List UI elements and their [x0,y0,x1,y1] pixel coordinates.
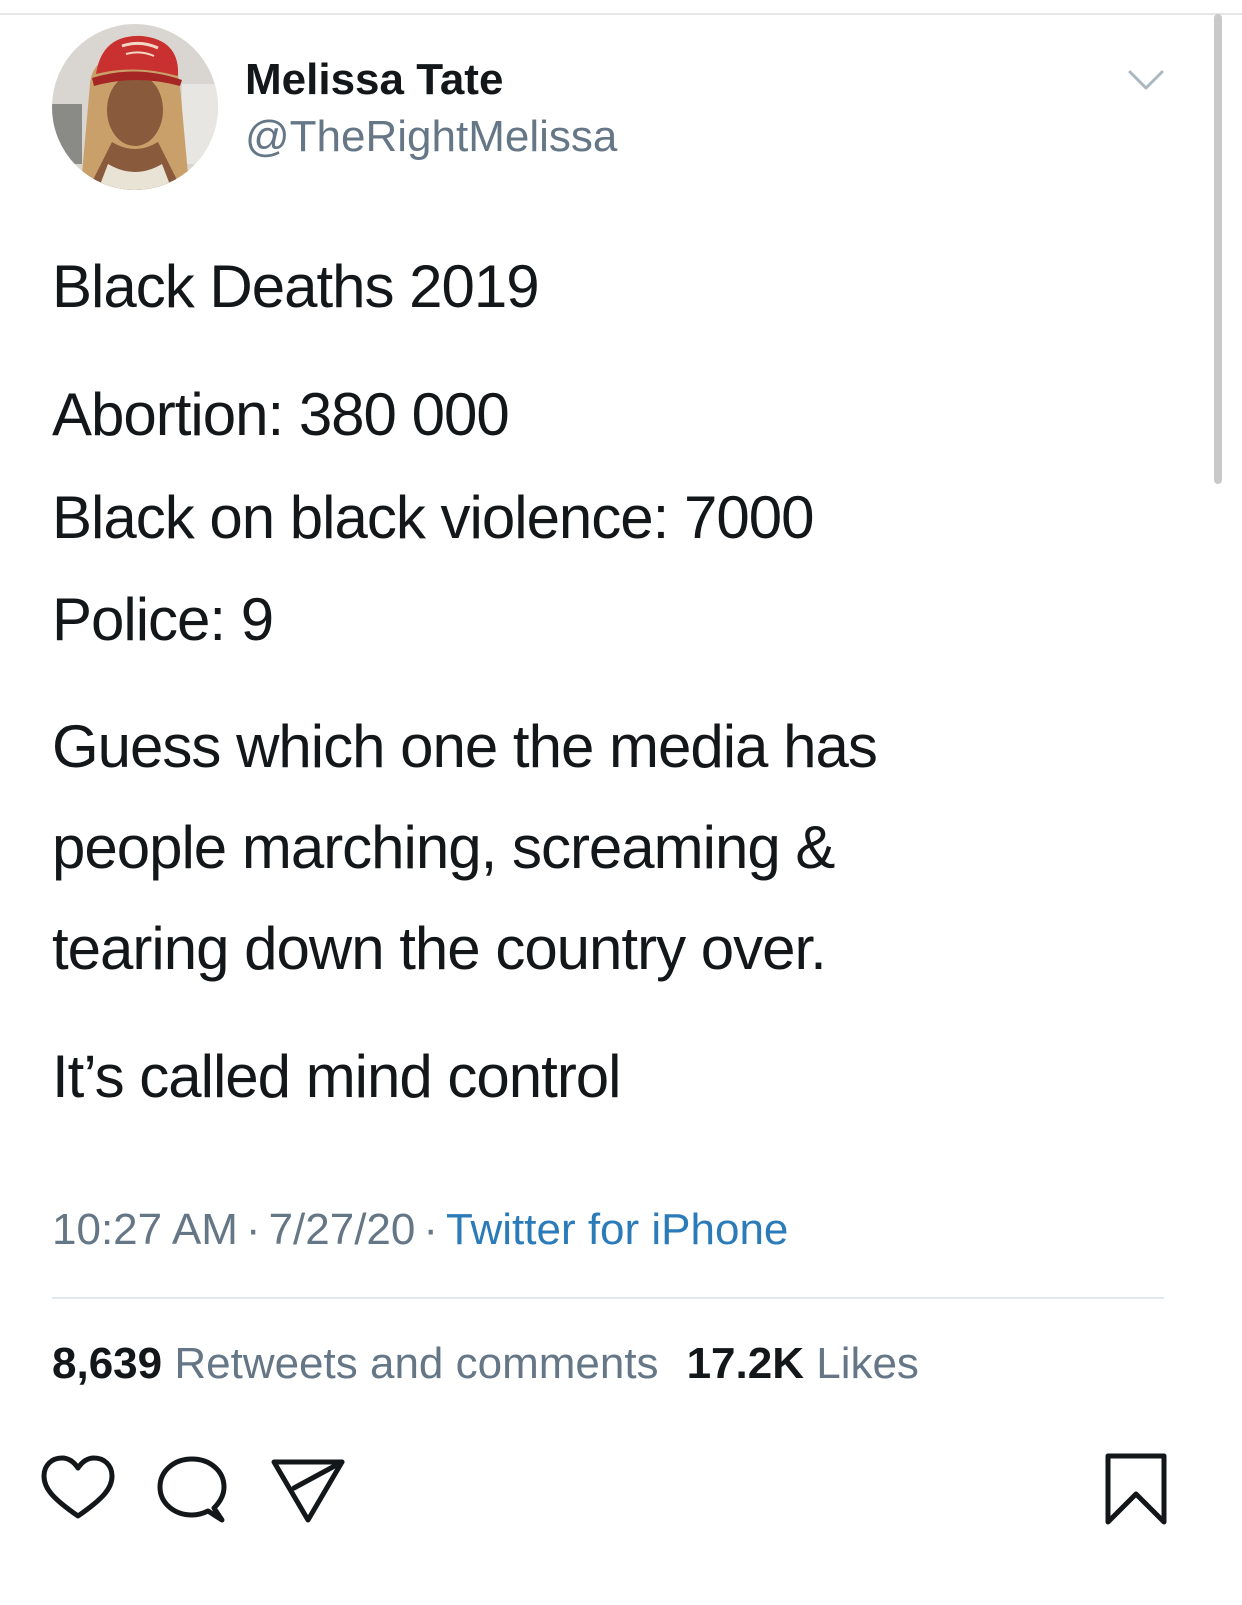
tweet-metadata: 10:27 AM · 7/27/20 · Twitter for iPhone [52,1203,788,1257]
paper-plane-icon [271,1459,345,1523]
stats-divider [52,1297,1164,1299]
share-button[interactable] [268,1450,348,1530]
retweets-count: 8,639 [52,1339,163,1388]
heart-icon [41,1455,115,1519]
likes-stat[interactable]: 17.2K Likes [687,1339,919,1388]
speech-bubble-icon [157,1456,227,1523]
engagement-stats: 8,639 Retweets and comments 17.2K Likes [52,1337,919,1391]
top-divider [0,13,1242,15]
scrollbar[interactable] [1214,14,1222,484]
tweet-date: 7/27/20 [268,1205,416,1254]
author-handle[interactable]: @TheRightMelissa [245,110,617,164]
author-display-name[interactable]: Melissa Tate [245,53,503,107]
tweet-text-line: tearing down the country over. [52,915,827,982]
avatar[interactable] [52,24,218,190]
bookmark-button[interactable] [1096,1450,1176,1530]
tweet-text-line: Abortion: 380 000 [52,381,510,448]
likes-count: 17.2K [686,1339,804,1388]
tweet-time: 10:27 AM [52,1205,238,1254]
like-button[interactable] [38,1450,118,1530]
meta-separator: · [423,1205,439,1254]
tweet-text-line: people marching, screaming & [52,814,835,881]
tweet-text-line: Black Deaths 2019 [52,253,540,320]
tweet-text-line: It’s called mind control [52,1043,621,1110]
tweet-source-link[interactable]: Twitter for iPhone [446,1205,788,1254]
meta-separator: · [245,1205,261,1254]
bookmark-icon [1105,1453,1167,1525]
tweet-text-line: Black on black violence: 7000 [52,484,814,551]
retweets-stat[interactable]: 8,639 Retweets and comments [52,1339,659,1388]
chevron-down-icon[interactable] [1124,62,1168,98]
retweets-label: Retweets and comments [174,1339,659,1388]
tweet-text-line: Guess which one the media has [52,713,878,780]
reply-button[interactable] [152,1450,232,1530]
likes-label: Likes [816,1339,919,1388]
tweet-text-line: Police: 9 [52,586,274,653]
